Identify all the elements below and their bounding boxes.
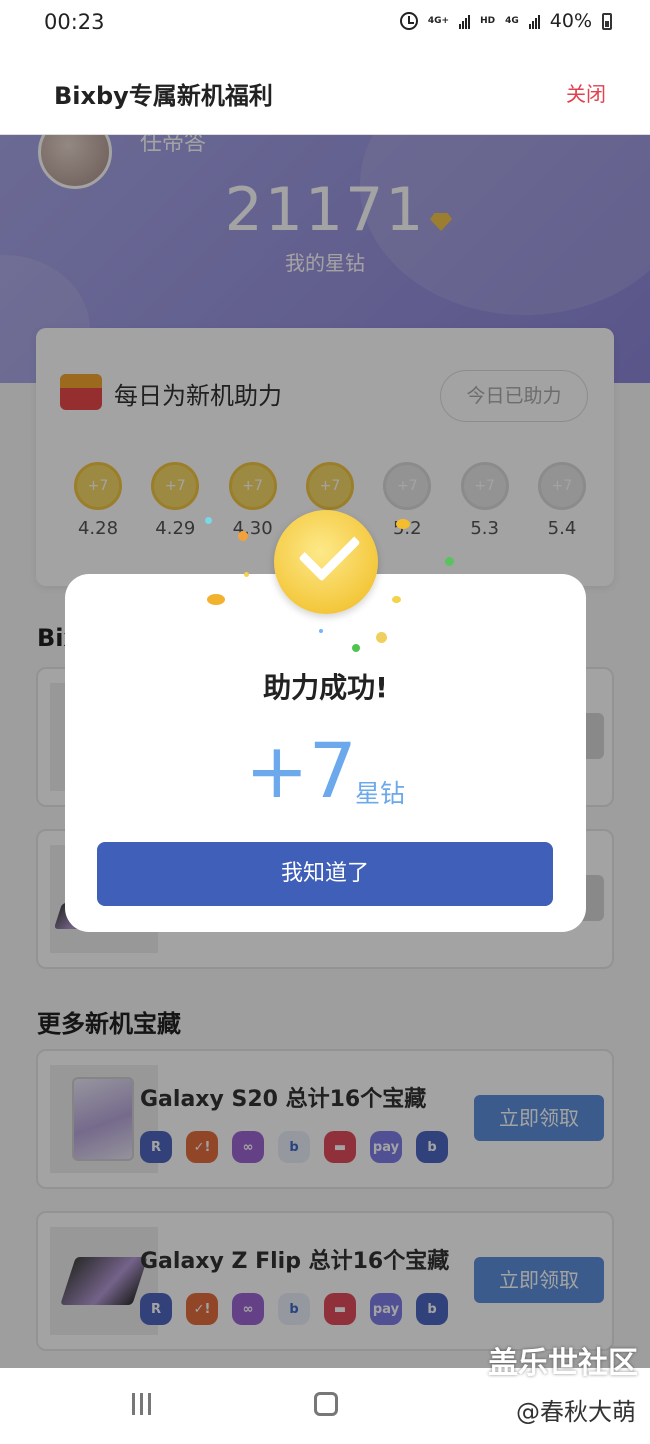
app-header: Bixby专属新机福利 关闭 — [0, 50, 650, 135]
success-check-icon — [274, 510, 378, 614]
network-type-label: 4G+ — [427, 15, 450, 26]
reward-unit: 星钻 — [355, 779, 406, 808]
confetti-icon — [396, 519, 410, 529]
network-type-label-2: 4G — [505, 15, 519, 26]
support-success-modal: 助力成功! +7 星钻 我知道了 — [65, 574, 586, 932]
page-title: Bixby专属新机福利 — [54, 82, 273, 110]
confetti-icon — [207, 594, 225, 605]
reward-amount: +7 — [245, 726, 358, 815]
confetti-icon — [244, 572, 249, 577]
modal-title: 助力成功! — [263, 671, 388, 704]
status-time: 00:23 — [44, 10, 105, 34]
alarm-icon — [399, 12, 418, 30]
confetti-icon — [392, 596, 401, 603]
acknowledge-button[interactable]: 我知道了 — [97, 842, 553, 906]
confetti-icon — [238, 531, 248, 541]
status-bar: 00:23 4G+ HD 4G 40% — [0, 0, 650, 50]
confetti-icon — [376, 632, 387, 643]
author-watermark: @春秋大萌 — [516, 1398, 636, 1426]
home-icon[interactable] — [314, 1392, 338, 1416]
battery-percent: 40% — [549, 10, 592, 32]
signal-icon — [459, 13, 471, 29]
community-watermark: 盖乐世社区 — [488, 1346, 638, 1381]
signal-icon-2 — [528, 13, 540, 29]
confetti-icon — [205, 517, 212, 524]
recent-apps-icon[interactable] — [132, 1393, 151, 1415]
confetti-icon — [445, 557, 454, 566]
battery-icon — [602, 12, 612, 30]
confetti-icon — [352, 644, 360, 652]
close-button[interactable]: 关闭 — [566, 78, 606, 107]
hd-label: HD — [480, 15, 496, 26]
status-icons: 4G+ HD 4G 40% — [399, 10, 612, 32]
confetti-icon — [319, 629, 323, 633]
